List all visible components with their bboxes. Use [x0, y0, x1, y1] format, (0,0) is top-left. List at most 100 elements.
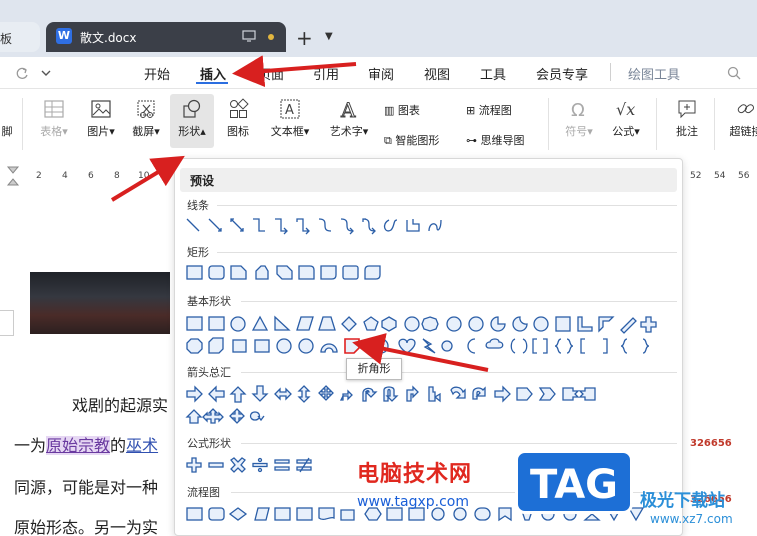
quick-access-dropdown-icon[interactable]	[40, 67, 52, 79]
chart-button[interactable]: ▥ 图表	[384, 102, 420, 118]
document-line-3[interactable]: 同源，可能是对一种	[14, 474, 158, 498]
picture-button[interactable]: 图片▾	[82, 94, 120, 148]
document-tab-title: 散文.docx	[80, 31, 137, 45]
hyperlink-button[interactable]: 超链接	[726, 94, 757, 148]
menu-reference[interactable]: 引用	[313, 64, 339, 83]
section-divider	[241, 372, 677, 373]
shapes-row-lines	[185, 216, 680, 236]
section-divider	[217, 252, 677, 253]
ruler-number: 10	[138, 171, 150, 181]
ribbon-left-cut-label: 脚	[1, 125, 13, 138]
table-button[interactable]: 表格▾	[34, 94, 74, 148]
comment-label: 批注	[676, 125, 698, 138]
textbox-button[interactable]: A 文本框▾	[264, 94, 316, 148]
shapes-row-rectangles	[185, 263, 680, 283]
ruler-number: 6	[88, 171, 94, 181]
wordart-button[interactable]: A 艺术字▾	[322, 94, 376, 148]
formula-label: 公式	[612, 125, 635, 138]
arrow-shapes-icon[interactable]	[185, 384, 680, 404]
smartart-icon: ⧉	[384, 134, 392, 147]
menu-home[interactable]: 开始	[144, 64, 170, 83]
icons-grid-icon	[230, 98, 249, 118]
section-lines: 线条	[187, 199, 209, 212]
formula-icon: √x	[616, 100, 635, 119]
text-run: 的	[110, 436, 127, 455]
rectangle-shapes-icon[interactable]	[185, 263, 680, 283]
site-watermark: 极光下载站	[640, 491, 725, 511]
menu-tools[interactable]: 工具	[480, 64, 506, 83]
ruler-number: 54	[714, 171, 726, 181]
section-divider	[241, 443, 677, 444]
ruler-number: 2	[36, 171, 42, 181]
ruler-number: 8	[114, 171, 120, 181]
screenshot-label: 截屏	[132, 125, 155, 138]
text-run: 一为	[14, 436, 47, 455]
shape-label: 形状	[178, 125, 201, 138]
active-tab-indicator	[196, 82, 228, 84]
section-formula-shapes: 公式形状	[187, 437, 231, 450]
symbol-button[interactable]: Ω 符号▾	[560, 94, 598, 148]
section-divider	[241, 301, 677, 302]
shapes-row-basic-1	[185, 314, 680, 334]
basic-shapes-icon[interactable]	[185, 314, 680, 334]
formula-button[interactable]: √x 公式▾	[606, 94, 646, 148]
document-line-1[interactable]: 戏剧的起源实	[72, 392, 168, 416]
hyperlink-label: 超链接	[729, 125, 757, 138]
screenshot-button[interactable]: 截屏▾	[126, 94, 166, 148]
redo-icon[interactable]	[14, 65, 30, 81]
section-flowchart: 流程图	[187, 486, 220, 499]
comment-icon	[678, 100, 696, 119]
flowchart-icon: ⊞	[466, 104, 476, 117]
tab-previous[interactable]: 板	[0, 22, 40, 52]
side-code-text: 326656	[690, 438, 732, 449]
table-icon	[44, 100, 64, 118]
wordart-icon: A	[340, 98, 357, 120]
highlighted-text[interactable]: 原始宗教	[46, 436, 111, 455]
menu-page[interactable]: 页面	[258, 64, 284, 83]
basic-shapes-2-icon[interactable]	[185, 336, 680, 356]
watermark-text: 电脑技术网	[357, 462, 473, 487]
ribbon-left-cut[interactable]: 脚	[0, 94, 14, 148]
linked-text[interactable]: 巫术	[126, 436, 158, 455]
icon-button[interactable]: 图标	[222, 94, 254, 148]
shape-button[interactable]: 形状▴	[170, 94, 214, 148]
document-line-2[interactable]: 一为原始宗教的巫术	[14, 432, 158, 456]
monitor-icon[interactable]	[241, 28, 257, 44]
tag-logo: TAG	[515, 450, 633, 514]
flowchart-label: 流程图	[478, 104, 512, 117]
unsaved-dot-icon	[268, 34, 274, 40]
site-watermark-url: www.xz7.com	[650, 512, 733, 526]
textbox-icon: A	[280, 99, 300, 119]
document-image[interactable]	[30, 272, 170, 334]
ruler-number: 4	[62, 171, 68, 181]
tab-document[interactable]: W 散文.docx	[46, 22, 286, 52]
menu-member[interactable]: 会员专享	[536, 64, 588, 83]
shape-icon	[183, 99, 201, 118]
section-arrows: 箭头总汇	[187, 366, 231, 379]
shapes-row-arrows-1	[185, 384, 680, 404]
picture-icon	[91, 100, 111, 118]
svg-text:A: A	[340, 98, 356, 120]
watermark-url: www.tagxp.com	[357, 494, 469, 510]
ribbon-divider	[548, 98, 549, 150]
line-shapes-icon[interactable]	[185, 216, 680, 236]
menu-review[interactable]: 审阅	[368, 64, 394, 83]
arrow-shapes-2-icon[interactable]	[185, 406, 680, 426]
menu-drawing-tools[interactable]: 绘图工具	[628, 64, 680, 83]
shape-tooltip: 折角形	[346, 358, 402, 380]
ribbon-insert: 脚 表格▾ 图片▾ 截屏▾ 形状▴ 图标 A 文本框▾ A 艺术字▾ ▥ 图表 …	[0, 90, 757, 160]
ribbon-divider	[656, 98, 657, 150]
search-icon[interactable]	[726, 65, 742, 81]
tab-dropdown-icon[interactable]: ▼	[325, 31, 333, 42]
mindmap-button[interactable]: ⊶ 思维导图	[466, 132, 525, 148]
smartart-button[interactable]: ⧉ 智能图形	[384, 132, 439, 148]
menu-view[interactable]: 视图	[424, 64, 450, 83]
flowchart-button[interactable]: ⊞ 流程图	[466, 102, 512, 118]
link-icon	[737, 104, 755, 114]
comment-button[interactable]: 批注	[670, 94, 704, 148]
document-line-4[interactable]: 原始形态。另一为实	[14, 514, 158, 536]
menu-insert[interactable]: 插入	[200, 64, 226, 83]
indent-marker-icon[interactable]	[6, 165, 20, 187]
new-tab-button[interactable]: +	[296, 26, 313, 50]
page-margin-marker	[0, 310, 14, 336]
